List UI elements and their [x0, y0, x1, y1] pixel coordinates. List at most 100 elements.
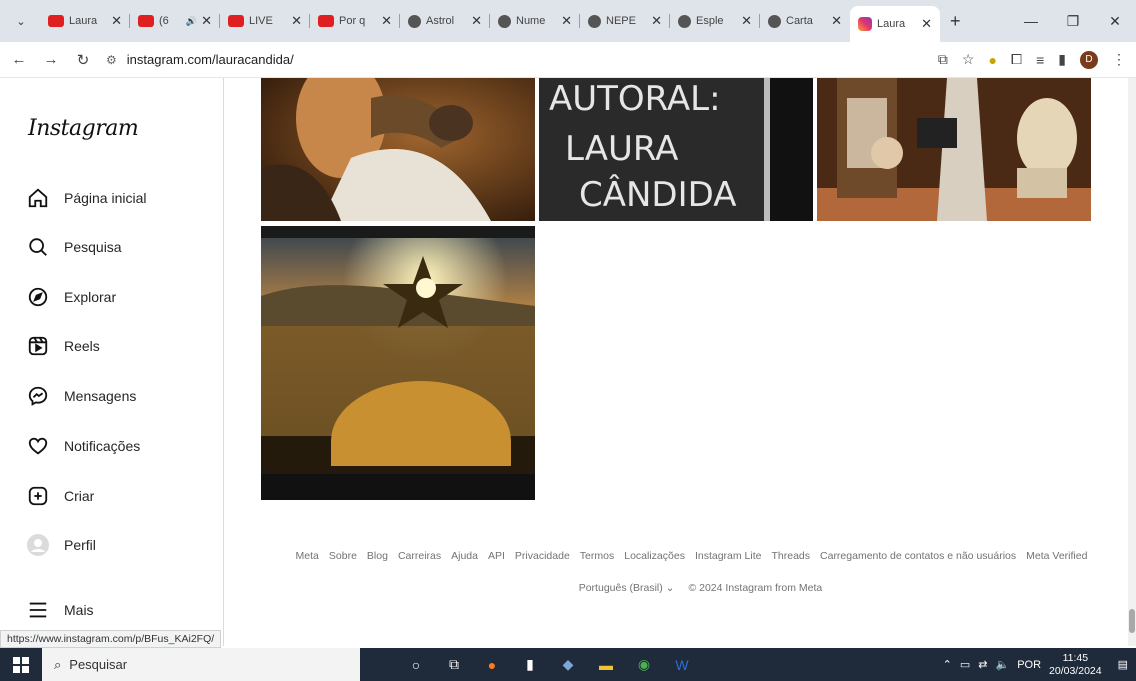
sidebar-item-reels[interactable]: Reels [26, 334, 100, 358]
browser-tab[interactable]: NEPE ✕ [580, 6, 670, 36]
browser-tab[interactable]: Carta ✕ [760, 6, 850, 36]
close-tab-icon[interactable]: ✕ [291, 13, 302, 29]
clock-time: 11:45 [1062, 651, 1089, 664]
bookmark-star-icon[interactable]: ☆ [962, 51, 975, 68]
footer-link[interactable]: Sobre [329, 550, 357, 562]
taskbar-search[interactable]: ⌕ Pesquisar [42, 648, 360, 681]
chrome-icon[interactable]: ◉ [632, 653, 656, 677]
close-tab-icon[interactable]: ✕ [831, 13, 842, 29]
sidebar-item-messages[interactable]: Mensagens [26, 384, 136, 408]
new-tab-button[interactable]: + [950, 11, 961, 32]
close-tab-icon[interactable]: ✕ [651, 13, 662, 29]
taskbar-search-placeholder: Pesquisar [69, 657, 128, 672]
close-tab-icon[interactable]: ✕ [471, 13, 482, 29]
address-bar[interactable]: ⚙ instagram.com/lauracandida/ [106, 45, 826, 74]
browser-tab[interactable]: Esple ✕ [670, 6, 760, 36]
footer-link[interactable]: Blog [367, 550, 388, 562]
plus-square-icon [26, 484, 50, 508]
browser-tab[interactable]: Por q ✕ [310, 6, 400, 36]
sidebar-item-home[interactable]: Página inicial [26, 186, 147, 210]
footer-link[interactable]: Localizações [624, 550, 685, 562]
close-tab-icon[interactable]: ✕ [741, 13, 752, 29]
sidebar-item-explore[interactable]: Explorar [26, 285, 116, 309]
volume-icon[interactable]: 🔈 [995, 658, 1009, 671]
file-icon[interactable]: ▮ [518, 653, 542, 677]
install-app-icon[interactable]: ⧉ [938, 51, 948, 68]
post-image-band-stage [817, 78, 1091, 221]
footer-link[interactable]: API [488, 550, 505, 562]
sidebar-item-profile[interactable]: Perfil [26, 533, 96, 557]
footer-link[interactable]: Instagram Lite [695, 550, 762, 562]
word-icon[interactable]: W [670, 653, 694, 677]
browser-tab[interactable]: (6 🔊 ✕ [130, 6, 220, 36]
post-thumbnail[interactable] [817, 78, 1091, 221]
file-explorer-icon[interactable]: ▬ [594, 653, 618, 677]
footer-link[interactable]: Meta [296, 550, 319, 562]
close-tab-icon[interactable]: ✕ [201, 13, 212, 29]
browser-tab[interactable]: Nume ✕ [490, 6, 580, 36]
footer-link[interactable]: Meta Verified [1026, 550, 1087, 562]
network-icon[interactable]: ⇄ [978, 658, 987, 671]
instagram-logo[interactable]: Instagram [28, 116, 139, 141]
chrome-menu-icon[interactable]: ⋮ [1112, 51, 1126, 68]
cortana-icon[interactable]: ○ [404, 653, 428, 677]
globe-icon [408, 14, 421, 28]
paint-icon[interactable]: ◆ [556, 653, 580, 677]
footer-link[interactable]: Termos [580, 550, 614, 562]
forward-button[interactable]: → [38, 51, 64, 68]
extension-warning-icon[interactable]: ● [988, 52, 996, 68]
back-button[interactable]: ← [6, 51, 32, 68]
site-settings-icon[interactable]: ⚙ [106, 53, 117, 67]
copyright-text: © 2024 Instagram from Meta [688, 582, 823, 594]
youtube-icon [228, 15, 244, 27]
restore-button[interactable]: ❐ [1052, 13, 1094, 30]
footer-link[interactable]: Carregamento de contatos e não usuários [820, 550, 1016, 562]
close-window-button[interactable]: ✕ [1094, 13, 1136, 30]
tab-search-dropdown[interactable]: ⌄ [8, 8, 34, 34]
page-scrollbar[interactable] [1128, 78, 1136, 646]
tab-title: Nume [516, 15, 546, 27]
close-tab-icon[interactable]: ✕ [381, 13, 392, 29]
footer-copyright-row: Português (Brasil) ⌄ © 2024 Instagram fr… [225, 582, 1128, 594]
post-thumbnail[interactable] [261, 78, 535, 221]
toolbar-actions: ⧉ ☆ ● ⧠ ≡ ▮ D ⋮ [938, 50, 1126, 69]
sidebar-item-notifications[interactable]: Notificações [26, 434, 140, 458]
footer-link[interactable]: Carreiras [398, 550, 441, 562]
windows-start-button[interactable] [0, 656, 42, 673]
close-tab-icon[interactable]: ✕ [921, 16, 932, 32]
browser-tab[interactable]: LIVE ✕ [220, 6, 310, 36]
notifications-icon[interactable]: ▤ [1118, 658, 1128, 671]
close-tab-icon[interactable]: ✕ [561, 13, 572, 29]
extensions-puzzle-icon[interactable]: ⧠ [1011, 51, 1022, 68]
post-thumbnail[interactable]: AUTORAL: LAURA CÂNDIDA [539, 78, 813, 221]
browser-tab[interactable]: Laura ✕ [40, 6, 130, 36]
browser-tab[interactable]: Laura ✕ [850, 6, 940, 42]
minimize-button[interactable]: — [1010, 13, 1052, 29]
footer-link[interactable]: Privacidade [515, 550, 570, 562]
reading-list-icon[interactable]: ≡ [1036, 52, 1044, 68]
tab-audio-icon[interactable]: 🔊 [186, 16, 197, 27]
task-view-icon[interactable]: ⧉ [442, 653, 466, 677]
firefox-icon[interactable]: ● [480, 653, 504, 677]
close-tab-icon[interactable]: ✕ [111, 13, 122, 29]
clock[interactable]: 11:45 20/03/2024 [1049, 652, 1102, 678]
battery-icon[interactable]: ▭ [960, 658, 970, 671]
tab-title: Laura [877, 18, 906, 30]
sidebar-item-search[interactable]: Pesquisa [26, 235, 122, 259]
chalk-text-line: AUTORAL: [549, 79, 721, 119]
side-panel-icon[interactable]: ▮ [1058, 51, 1066, 68]
scrollbar-thumb[interactable] [1129, 609, 1135, 633]
browser-tab-strip: ⌄ Laura ✕ (6 🔊 ✕ LIVE ✕ Por q ✕ Astrol ✕ Nume ✕ NEPE ✕… [0, 0, 1136, 42]
sidebar-item-create[interactable]: Criar [26, 484, 94, 508]
reload-button[interactable]: ↻ [70, 51, 96, 69]
sidebar-item-more[interactable]: Mais [26, 598, 94, 622]
footer-links: Meta Sobre Blog Carreiras Ajuda API Privacidad… [225, 550, 1128, 562]
footer-link[interactable]: Ajuda [451, 550, 478, 562]
language-indicator[interactable]: POR [1017, 659, 1041, 671]
language-selector[interactable]: Português (Brasil) ⌄ [579, 582, 675, 594]
browser-tab[interactable]: Astrol ✕ [400, 6, 490, 36]
profile-avatar[interactable]: D [1080, 50, 1098, 69]
footer-link[interactable]: Threads [771, 550, 810, 562]
post-thumbnail[interactable] [261, 226, 535, 500]
chevron-up-icon[interactable]: ⌃ [943, 658, 952, 671]
